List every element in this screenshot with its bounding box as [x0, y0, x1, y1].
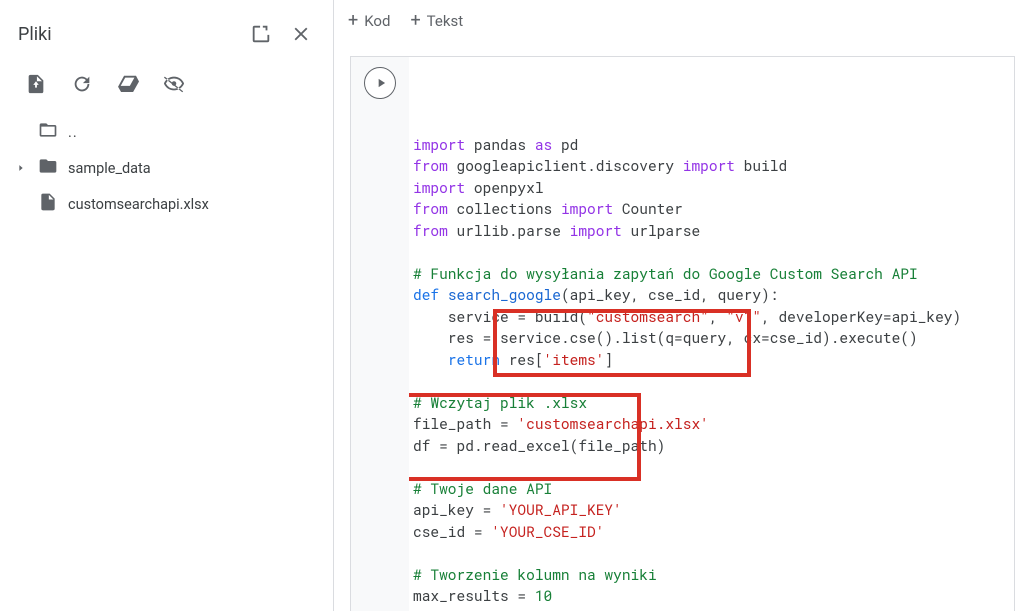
tree-folder-sample-data[interactable]: sample_data	[8, 150, 333, 186]
code-line: # Funkcja do wysyłania zapytań do Google…	[413, 263, 1006, 285]
code-line: df = pd.read_excel(file_path)	[413, 435, 1006, 457]
code-line: for i in range(1, max_results + 1):	[413, 607, 1006, 611]
hidden-files-icon[interactable]	[160, 70, 188, 98]
code-line: # Tworzenie kolumn na wyniki	[413, 564, 1006, 586]
add-code-label: Kod	[364, 12, 390, 30]
refresh-icon[interactable]	[68, 70, 96, 98]
notebook-main: + Kod + Tekst import pandas as pdfrom go…	[334, 0, 1031, 611]
tree-label-file: customsearchapi.xlsx	[68, 196, 209, 213]
folder-icon	[38, 156, 58, 180]
code-line	[413, 241, 1006, 263]
files-sidebar: Pliki ..	[0, 0, 334, 611]
play-icon	[374, 76, 388, 90]
code-line	[413, 542, 1006, 564]
code-line: file_path = 'customsearchapi.xlsx'	[413, 413, 1006, 435]
code-editor[interactable]: import pandas as pdfrom googleapiclient.…	[409, 57, 1014, 611]
code-line: res = service.cse().list(q=query, cx=cse…	[413, 327, 1006, 349]
code-line: # Wczytaj plik .xlsx	[413, 392, 1006, 414]
code-line: return res['items']	[413, 349, 1006, 371]
code-line: def search_google(api_key, cse_id, query…	[413, 284, 1006, 306]
plus-icon: +	[348, 12, 358, 30]
mount-drive-icon[interactable]	[114, 70, 142, 98]
tree-label-parent: ..	[68, 124, 78, 141]
file-icon	[38, 192, 58, 216]
code-line: import openpyxl	[413, 177, 1006, 199]
run-cell-button[interactable]	[364, 67, 396, 99]
tree-parent-dir[interactable]: ..	[8, 114, 333, 150]
add-code-button[interactable]: + Kod	[348, 12, 390, 30]
code-line: import pandas as pd	[413, 134, 1006, 156]
add-text-label: Tekst	[427, 12, 463, 30]
code-line: cse_id = 'YOUR_CSE_ID'	[413, 521, 1006, 543]
code-line	[413, 456, 1006, 478]
folder-open-icon	[38, 120, 58, 144]
cell-toolbar: + Kod + Tekst	[334, 0, 1031, 42]
tree-file-xlsx[interactable]: customsearchapi.xlsx	[8, 186, 333, 222]
chevron-right-icon[interactable]	[14, 163, 28, 173]
code-cell[interactable]: import pandas as pdfrom googleapiclient.…	[350, 56, 1015, 611]
upload-file-icon[interactable]	[22, 70, 50, 98]
new-window-icon[interactable]	[241, 14, 281, 54]
code-line: service = build("customsearch", "v1", de…	[413, 306, 1006, 328]
code-line: max_results = 10	[413, 585, 1006, 607]
code-line: from collections import Counter	[413, 198, 1006, 220]
add-text-button[interactable]: + Tekst	[410, 12, 463, 30]
code-line: from googleapiclient.discovery import bu…	[413, 155, 1006, 177]
plus-icon: +	[410, 12, 420, 30]
sidebar-toolbar	[0, 64, 333, 112]
code-line: api_key = 'YOUR_API_KEY'	[413, 499, 1006, 521]
notebook-area: import pandas as pdfrom googleapiclient.…	[334, 42, 1031, 611]
code-line	[413, 370, 1006, 392]
code-line: # Twoje dane API	[413, 478, 1006, 500]
cell-gutter	[351, 57, 409, 611]
sidebar-title: Pliki	[18, 24, 241, 45]
close-icon[interactable]	[281, 14, 321, 54]
file-tree: .. sample_data customsearchapi.xlsx	[0, 112, 333, 222]
sidebar-header: Pliki	[0, 8, 333, 64]
tree-label-folder: sample_data	[68, 160, 151, 177]
code-line: from urllib.parse import urlparse	[413, 220, 1006, 242]
